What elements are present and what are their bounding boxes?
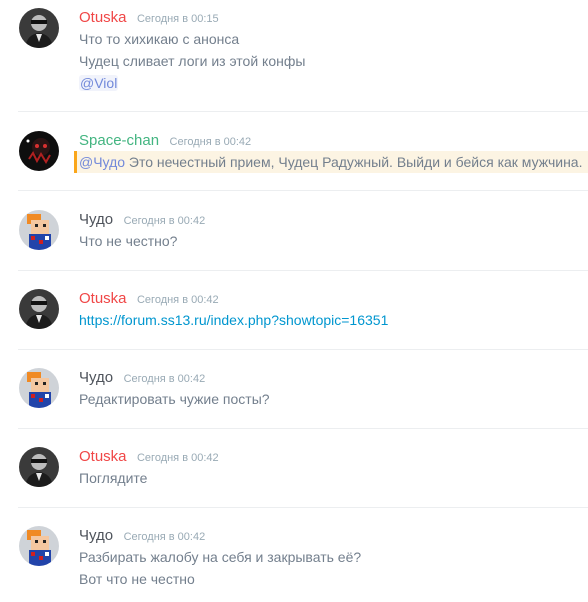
username[interactable]: Otuska [79, 290, 127, 307]
message-body: Это нечестный прием, Чудец Радужный. Вый… [125, 154, 583, 170]
message-divider [18, 190, 588, 191]
message-text: Что не честно? [79, 233, 178, 249]
message-link[interactable]: https://forum.ss13.ru/index.php?showtopi… [79, 312, 388, 328]
message-text: Редактировать чужие посты? [79, 391, 270, 407]
chudo-avatar-icon[interactable] [19, 526, 59, 566]
username[interactable]: Чудо [79, 369, 113, 386]
otuska-avatar-icon[interactable] [19, 8, 59, 48]
timestamp: Сегодня в 00:15 [136, 13, 219, 25]
space-chan-avatar-icon[interactable] [19, 131, 59, 171]
otuska-avatar-icon[interactable] [19, 447, 59, 487]
message-text: Вот что не честно [79, 571, 195, 587]
timestamp: Сегодня в 00:42 [123, 215, 206, 227]
message-divider [18, 111, 588, 112]
user-mention[interactable]: @Viol [79, 75, 119, 91]
message-divider [18, 270, 588, 271]
message-text: Поглядите [79, 470, 148, 486]
message-header: Чудо Сегодня в 00:42 [79, 526, 205, 546]
username[interactable]: Space-chan [79, 132, 159, 149]
otuska-avatar-icon[interactable] [19, 289, 59, 329]
message-divider [18, 428, 588, 429]
username[interactable]: Чудо [79, 527, 113, 544]
user-mention[interactable]: @Чудо [79, 154, 125, 170]
timestamp: Сегодня в 00:42 [169, 136, 252, 148]
message-text: Разбирать жалобу на себя и закрывать её? [79, 549, 362, 565]
chat-messages: Otuska Сегодня в 00:15 Что то хихикаю с … [0, 0, 588, 602]
message-header: Otuska Сегодня в 00:42 [79, 447, 219, 467]
message-header: Чудо Сегодня в 00:42 [79, 210, 205, 230]
message-text: @Чудо Это нечестный прием, Чудец Радужны… [77, 151, 588, 173]
message-header: Space-chan Сегодня в 00:42 [79, 131, 251, 151]
username[interactable]: Otuska [79, 448, 127, 465]
message-text: Чудец сливает логи из этой конфы [79, 53, 306, 69]
message-text: https://forum.ss13.ru/index.php?showtopi… [79, 309, 588, 331]
message-header: Otuska Сегодня в 00:15 [79, 8, 219, 28]
message-header: Чудо Сегодня в 00:42 [79, 368, 205, 388]
timestamp: Сегодня в 00:42 [123, 531, 206, 543]
chudo-avatar-icon[interactable] [19, 368, 59, 408]
message-text: @Viol [79, 72, 588, 94]
chudo-avatar-icon[interactable] [19, 210, 59, 250]
timestamp: Сегодня в 00:42 [136, 452, 219, 464]
message-divider [18, 507, 588, 508]
message-divider [18, 349, 588, 350]
username[interactable]: Otuska [79, 9, 127, 26]
timestamp: Сегодня в 00:42 [136, 294, 219, 306]
message-text: Что то хихикаю с анонса [79, 31, 240, 47]
mention-highlight: @Чудо Это нечестный прием, Чудец Радужны… [74, 151, 588, 173]
message-header: Otuska Сегодня в 00:42 [79, 289, 219, 309]
timestamp: Сегодня в 00:42 [123, 373, 206, 385]
username[interactable]: Чудо [79, 211, 113, 228]
